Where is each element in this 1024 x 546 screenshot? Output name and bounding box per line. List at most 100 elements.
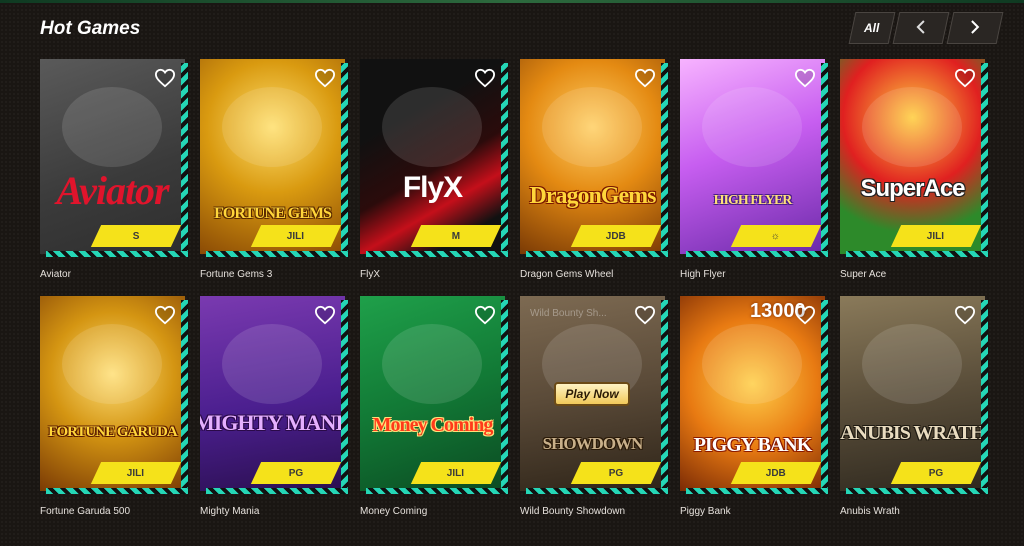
game-thumbnail[interactable]: 13000 PIGGY BANK JDB [680, 296, 828, 494]
game-name[interactable]: Super Ace [840, 269, 886, 280]
game-logo-text: HIGH FLYER [713, 193, 793, 208]
provider-badge: PG [890, 462, 982, 484]
game-card[interactable]: SuperAce JILI Super Ace [840, 59, 988, 280]
card-stripe-right [341, 63, 348, 257]
game-logo-text: Money Coming [372, 414, 494, 436]
game-thumbnail[interactable]: Money Coming JILI [360, 296, 508, 494]
game-name[interactable]: Mighty Mania [200, 506, 259, 517]
favorite-heart-icon[interactable] [952, 66, 978, 90]
card-stripe-bottom [206, 488, 348, 494]
game-name[interactable]: Wild Bounty Showdown [520, 506, 625, 517]
provider-badge-label: JILI [447, 467, 465, 479]
provider-badge: JILI [410, 462, 502, 484]
provider-badge: S [90, 225, 182, 247]
game-card[interactable]: FlyX M FlyX [360, 59, 508, 280]
art-glow [702, 87, 802, 167]
card-stripe-bottom [46, 488, 188, 494]
card-stripe-right [661, 63, 668, 257]
game-name[interactable]: FlyX [360, 269, 380, 280]
provider-badge-label: JILI [287, 230, 305, 242]
section-header: Hot Games All [40, 12, 1004, 46]
card-stripe-right [821, 63, 828, 257]
provider-badge-label: PG [288, 467, 304, 479]
prev-button[interactable] [892, 12, 950, 44]
game-thumbnail[interactable]: FORTUNE GEMS JILI [200, 59, 348, 257]
art-glow [542, 87, 642, 167]
art-glow [62, 87, 162, 167]
game-card[interactable]: FORTUNE GEMS JILI Fortune Gems 3 [200, 59, 348, 280]
game-name[interactable]: Fortune Garuda 500 [40, 506, 130, 517]
chevron-left-icon [916, 18, 926, 39]
provider-badge: JILI [250, 225, 342, 247]
favorite-heart-icon[interactable] [472, 303, 498, 327]
game-card[interactable]: Money Coming JILI Money Coming [360, 296, 508, 517]
view-all-button[interactable]: All [848, 12, 896, 44]
game-card[interactable]: Aviator S Aviator [40, 59, 188, 280]
art-glow [702, 324, 802, 404]
art-glow [862, 324, 962, 404]
game-thumbnail[interactable]: SuperAce JILI [840, 59, 988, 257]
card-stripe-bottom [686, 251, 828, 257]
favorite-heart-icon[interactable] [152, 303, 178, 327]
game-name[interactable]: Aviator [40, 269, 71, 280]
game-thumbnail[interactable]: Wild Bounty Sh... SHOWDOWN Play Now PG [520, 296, 668, 494]
favorite-heart-icon[interactable] [152, 66, 178, 90]
favorite-heart-icon[interactable] [792, 303, 818, 327]
game-card[interactable]: ANUBIS WRATH PG Anubis Wrath [840, 296, 988, 517]
game-name[interactable]: Anubis Wrath [840, 506, 900, 517]
provider-badge: JILI [890, 225, 982, 247]
section-title: Hot Games [40, 18, 141, 39]
provider-badge: ☼ [730, 225, 822, 247]
favorite-heart-icon[interactable] [312, 66, 338, 90]
game-thumbnail[interactable]: DragonGems JDB [520, 59, 668, 257]
next-button[interactable] [946, 12, 1004, 44]
game-card[interactable]: DragonGems JDB Dragon Gems Wheel [520, 59, 668, 280]
game-thumbnail[interactable]: FORTUNE GARUDA JILI [40, 296, 188, 494]
card-stripe-right [181, 63, 188, 257]
card-stripe-bottom [366, 488, 508, 494]
game-name[interactable]: High Flyer [680, 269, 726, 280]
card-stripe-right [341, 300, 348, 494]
play-now-button[interactable]: Play Now [554, 382, 630, 406]
game-card[interactable]: 13000 PIGGY BANK JDB Piggy Bank [680, 296, 828, 517]
game-thumbnail[interactable]: Aviator S [40, 59, 188, 257]
card-stripe-right [181, 300, 188, 494]
game-name[interactable]: Dragon Gems Wheel [520, 269, 613, 280]
art-glow [222, 87, 322, 167]
favorite-heart-icon[interactable] [632, 66, 658, 90]
game-thumbnail[interactable]: FlyX M [360, 59, 508, 257]
provider-badge-label: JILI [927, 230, 945, 242]
game-thumbnail[interactable]: HIGH FLYER ☼ [680, 59, 828, 257]
game-name[interactable]: Money Coming [360, 506, 427, 517]
chevron-right-icon [970, 18, 980, 39]
game-card[interactable]: MIGHTY MANIA PG Mighty Mania [200, 296, 348, 517]
game-logo-text: FlyX [402, 171, 463, 204]
game-logo-text: DragonGems [529, 183, 657, 209]
card-stripe-bottom [526, 488, 668, 494]
favorite-heart-icon[interactable] [472, 66, 498, 90]
provider-badge-label: PG [928, 467, 944, 479]
game-card[interactable]: HIGH FLYER ☼ High Flyer [680, 59, 828, 280]
favorite-heart-icon[interactable] [632, 303, 658, 327]
favorite-heart-icon[interactable] [792, 66, 818, 90]
card-stripe-bottom [206, 251, 348, 257]
game-logo-text: Aviator [56, 168, 169, 213]
card-stripe-right [661, 300, 668, 494]
game-name[interactable]: Fortune Gems 3 [200, 269, 272, 280]
card-stripe-bottom [366, 251, 508, 257]
favorite-heart-icon[interactable] [312, 303, 338, 327]
card-stripe-right [981, 300, 988, 494]
card-stripe-bottom [526, 251, 668, 257]
game-card[interactable]: Wild Bounty Sh... SHOWDOWN Play Now PG Wild … [520, 296, 668, 517]
game-thumbnail[interactable]: MIGHTY MANIA PG [200, 296, 348, 494]
provider-badge-label: ☼ [771, 230, 781, 242]
game-name[interactable]: Piggy Bank [680, 506, 731, 517]
favorite-heart-icon[interactable] [952, 303, 978, 327]
provider-badge-label: PG [608, 467, 624, 479]
provider-badge-label: JDB [605, 230, 626, 242]
art-glow [862, 87, 962, 167]
game-card[interactable]: FORTUNE GARUDA JILI Fortune Garuda 500 [40, 296, 188, 517]
game-thumbnail[interactable]: ANUBIS WRATH PG [840, 296, 988, 494]
game-logo-text: SuperAce [860, 175, 965, 202]
art-glow [382, 324, 482, 404]
